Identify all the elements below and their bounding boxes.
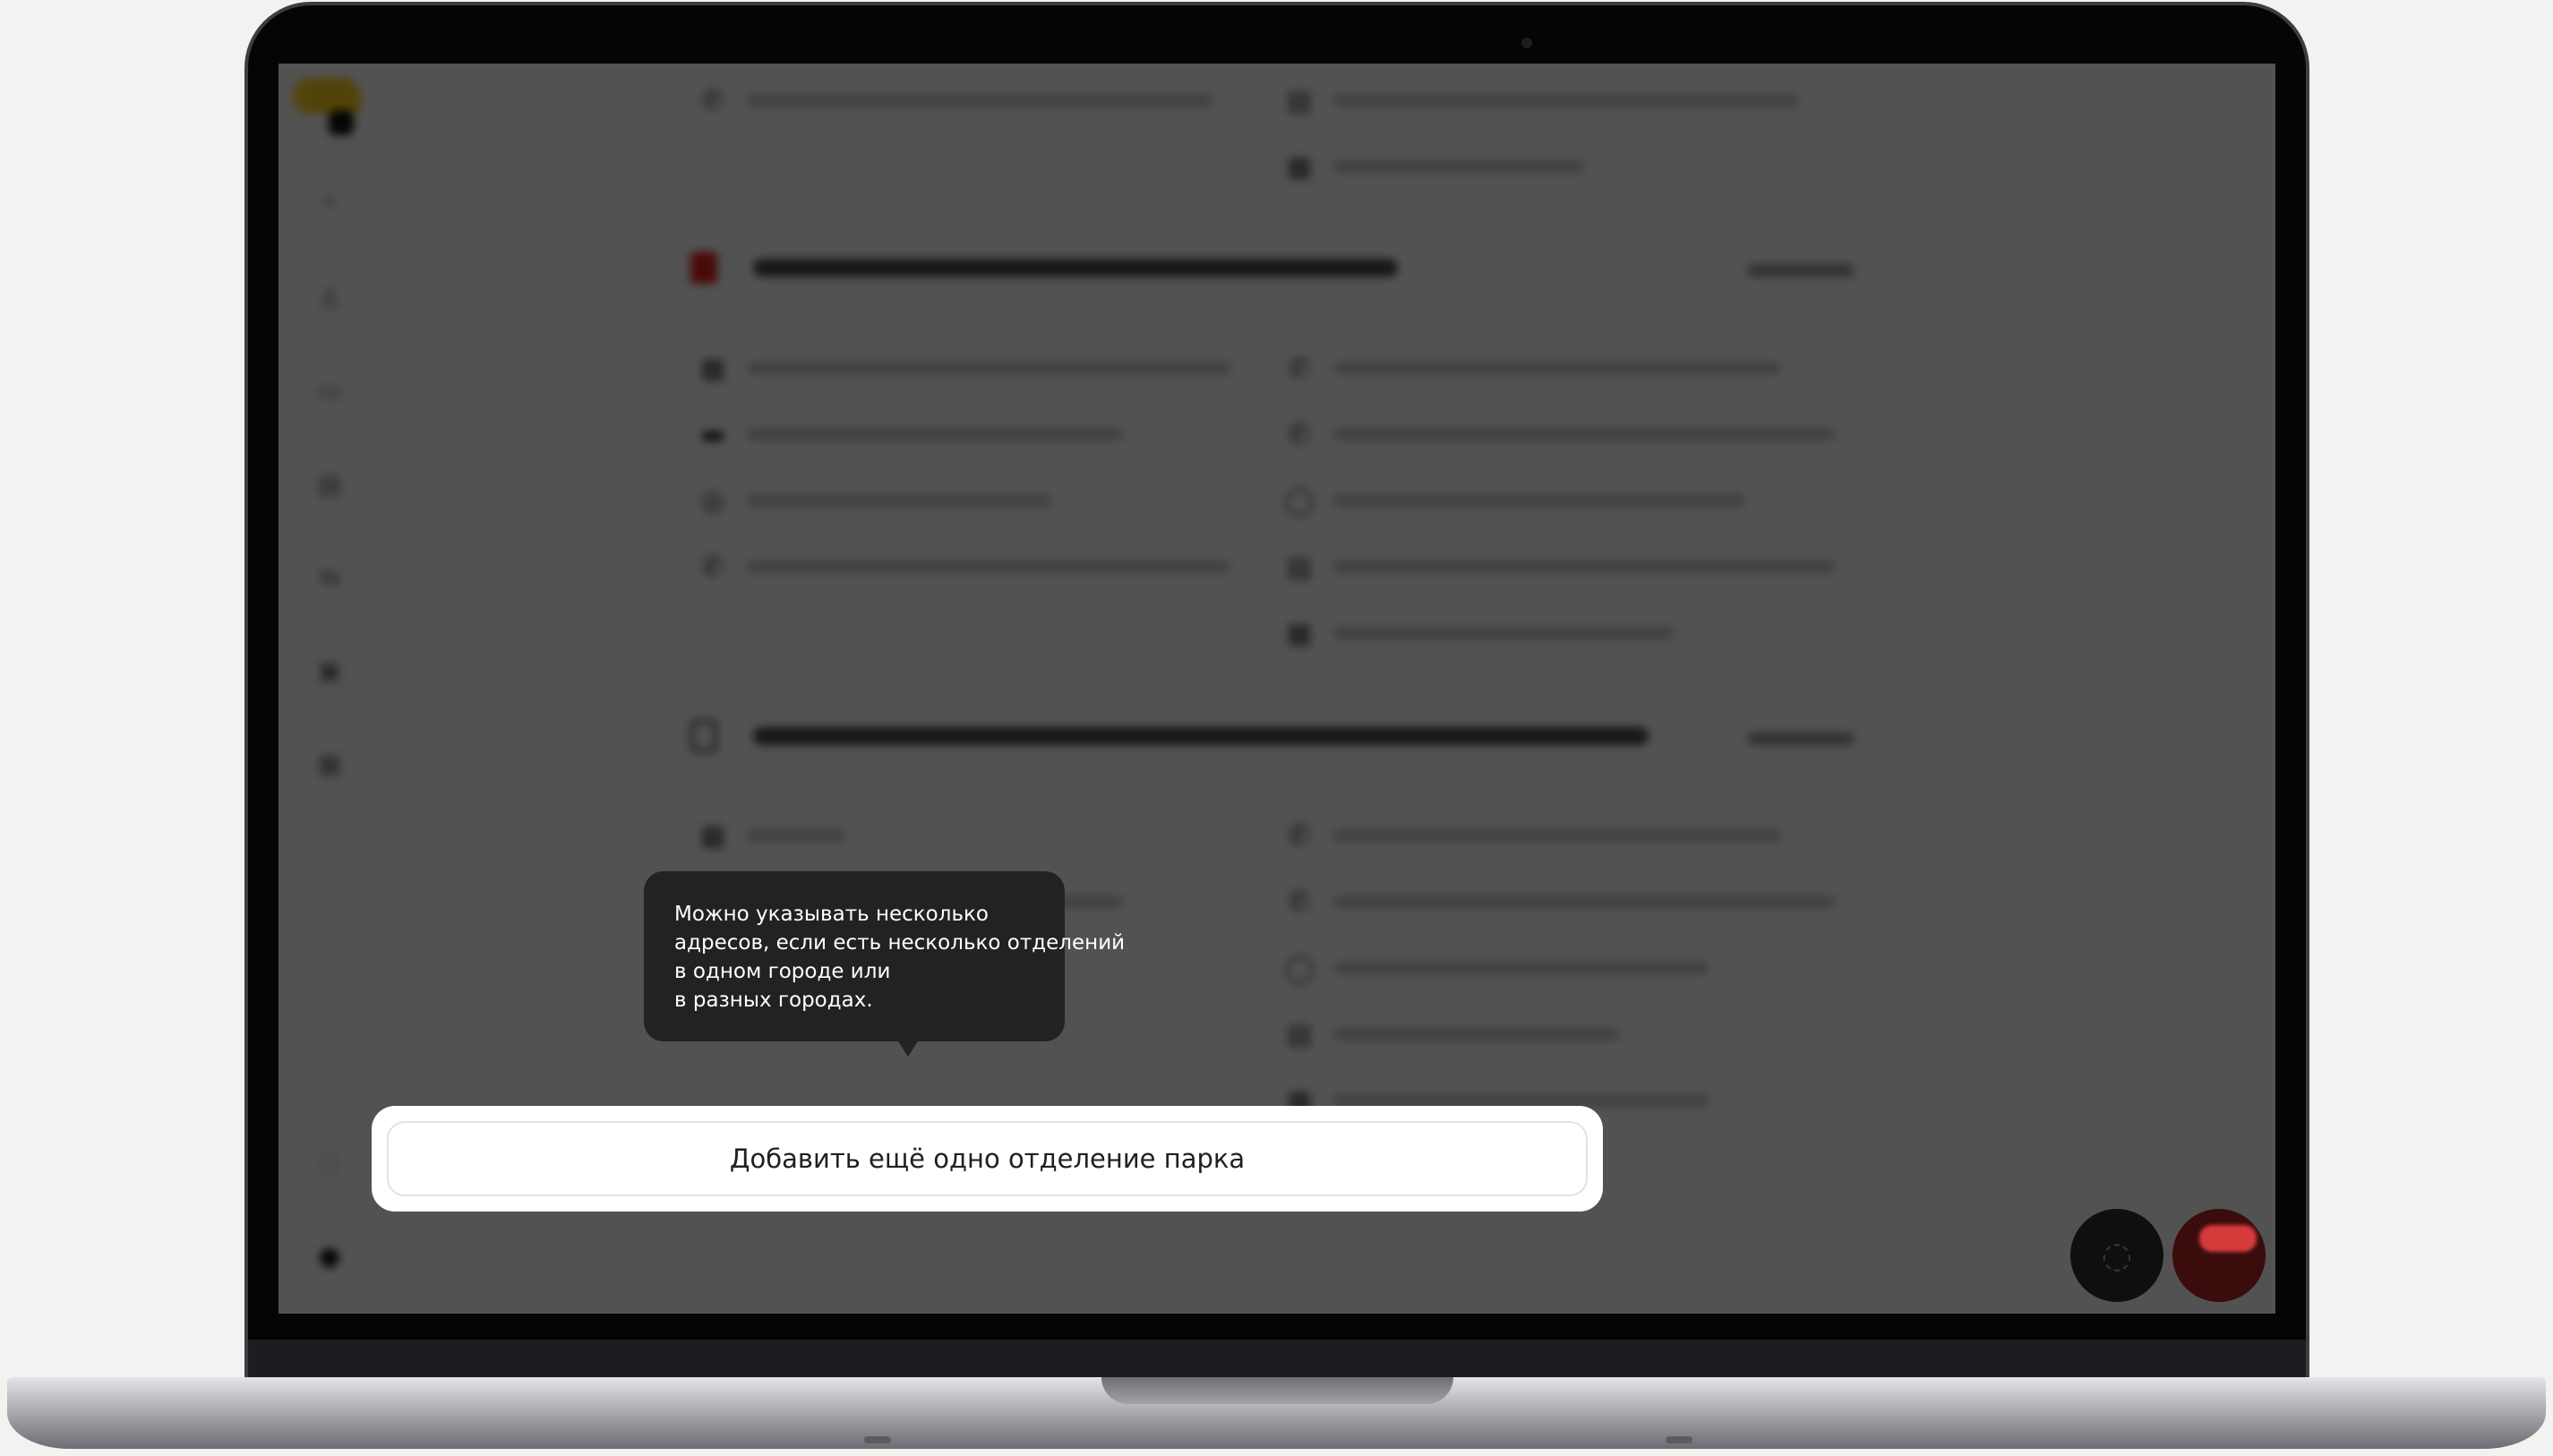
onboarding-tooltip: Можно указывать несколько адресов, если … (644, 871, 1126, 1041)
tooltip-line: в разных городах. (674, 989, 873, 1012)
chat-icon[interactable]: ◌ (2070, 1209, 2163, 1302)
tooltip-arrow (896, 1039, 920, 1057)
user-avatar[interactable] (2172, 1209, 2266, 1302)
tooltip-line: Можно указывать несколько (674, 903, 989, 926)
laptop-foot (864, 1436, 891, 1443)
notification-badge (2199, 1225, 2257, 1252)
laptop-mockup: ⌁ ♙ ▭ ▤ ⇆ ▣ ▦ ◌ ● ✆ ▤ ▦ ▦ ✆ (0, 0, 2553, 1456)
camera-icon (1521, 38, 1532, 48)
laptop-chin (248, 1340, 2306, 1381)
tooltip-line: в одном городе или (674, 960, 891, 983)
tooltip-line: адресов, если есть несколько отделений (674, 931, 1126, 955)
laptop-foot (1666, 1436, 1692, 1443)
add-branch-button[interactable]: Добавить ещё одно отделение парка (387, 1121, 1588, 1196)
laptop-notch (1101, 1377, 1453, 1404)
